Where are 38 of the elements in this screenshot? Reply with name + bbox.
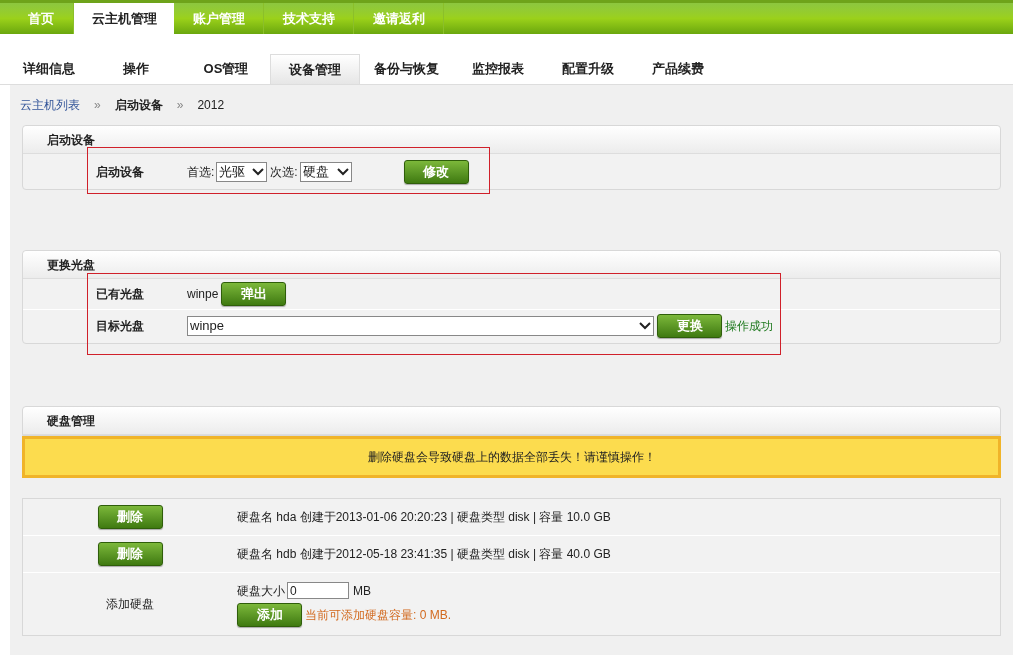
field-label: 目标光盘 xyxy=(95,317,145,335)
sub-tab[interactable]: 操作 xyxy=(89,54,182,84)
sub-tab[interactable]: 设备管理 xyxy=(270,54,360,84)
panel-header: 更换光盘 xyxy=(23,251,1000,279)
second-boot-select[interactable]: 硬盘 xyxy=(299,161,352,182)
disk-info: 硬盘名 hda 创建于2013-01-06 20:20:23 | 硬盘类型 disk | 容量 10.0 GB xyxy=(237,509,611,526)
sub-tab[interactable]: 详细信息 xyxy=(9,54,89,84)
first-boot-select[interactable]: 光驱 xyxy=(216,161,268,182)
disk-info: 硬盘名 hdb 创建于2012-05-18 23:41:35 | 硬盘类型 disk | 容量 40.0 GB xyxy=(237,546,611,563)
disk-size-input[interactable]: 0 xyxy=(287,582,349,599)
breadcrumb-item: 2012 xyxy=(197,97,225,114)
breadcrumb-link[interactable]: 云主机列表 xyxy=(20,96,80,114)
field-label: 首选: xyxy=(187,163,215,181)
field-label: 硬盘大小 xyxy=(237,582,285,600)
chevron-icon xyxy=(252,167,265,176)
current-disc: winpe xyxy=(187,286,219,303)
target-disc-select[interactable]: winpe xyxy=(187,315,654,336)
field-label: 启动设备 xyxy=(95,163,145,181)
sub-tab[interactable]: OS管理 xyxy=(182,54,270,84)
field-label: 次选: xyxy=(270,163,298,181)
sub-tab[interactable]: 产品续费 xyxy=(633,54,723,84)
nav-tab[interactable]: 云主机管理 xyxy=(74,3,174,34)
warning-banner: 删除硬盘会导致硬盘上的数据全部丢失！请谨慎操作！ xyxy=(22,436,1001,478)
panel-header: 启动设备 xyxy=(23,126,1000,154)
chevron-icon xyxy=(639,321,651,330)
breadcrumb-separator: » xyxy=(176,97,184,114)
breadcrumb-separator: » xyxy=(94,97,101,114)
capacity-note: 当前可添加硬盘容量: 0 MB. xyxy=(305,606,451,624)
breadcrumb-current: 启动设备 xyxy=(114,97,163,114)
status-message: 操作成功 xyxy=(725,317,773,335)
sub-tab[interactable]: 备份与恢复 xyxy=(360,54,453,84)
sub-tab[interactable]: 监控报表 xyxy=(453,54,543,84)
panel-header: 硬盘管理 xyxy=(23,407,1000,435)
chevron-icon xyxy=(336,167,349,176)
field-label: 已有光盘 xyxy=(95,286,145,303)
unit-label: MB xyxy=(353,582,371,600)
field-label: 添加硬盘 xyxy=(105,596,155,613)
sub-tab[interactable]: 配置升级 xyxy=(543,54,633,84)
